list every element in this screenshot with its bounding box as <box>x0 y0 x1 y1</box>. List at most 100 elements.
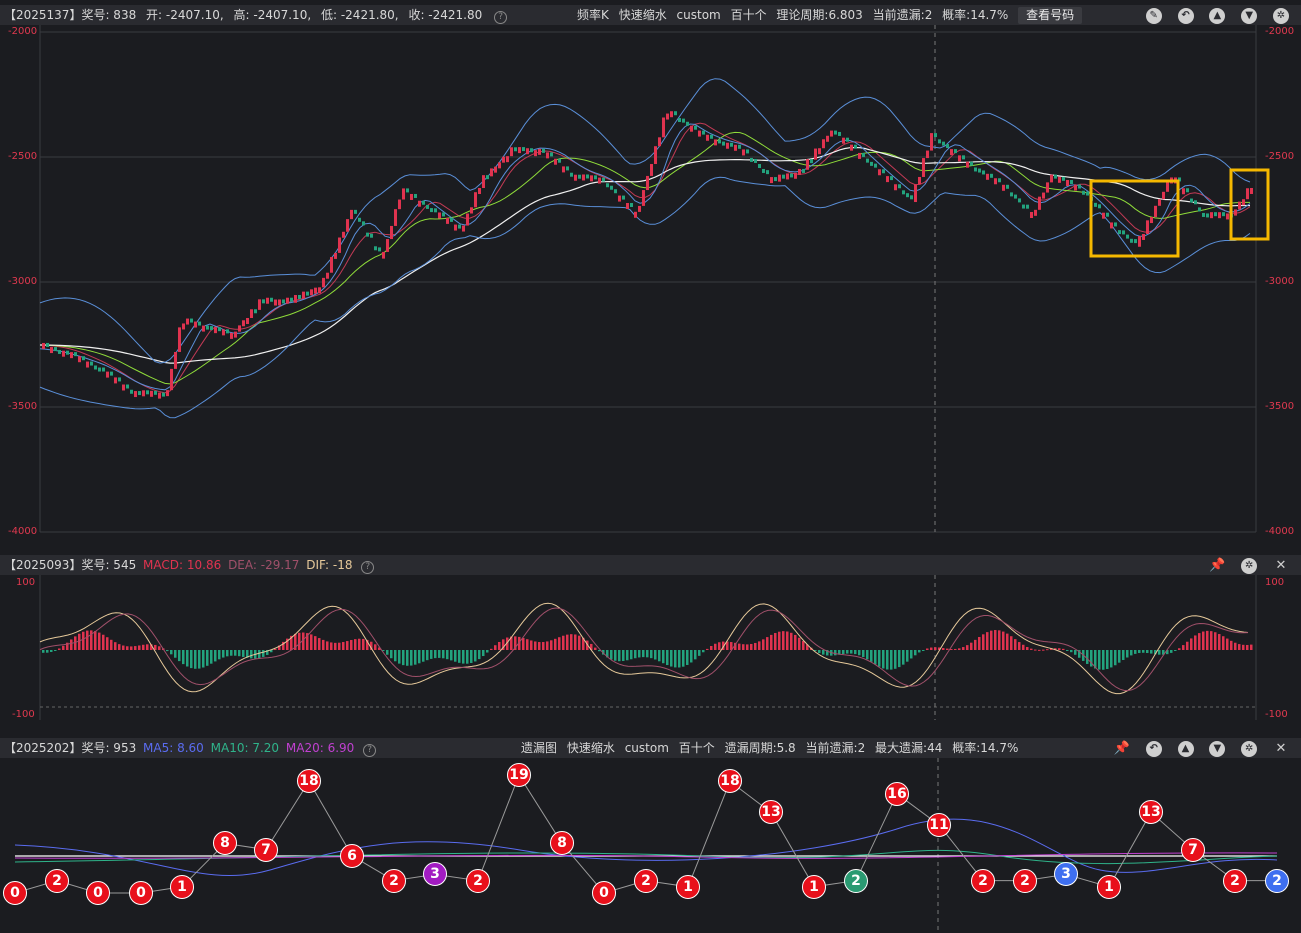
price-bar <box>318 287 321 294</box>
macd-bar <box>570 634 573 650</box>
price-bar <box>1050 174 1053 183</box>
price-bar <box>738 144 741 149</box>
settings-icon[interactable]: ✲ <box>1241 557 1258 574</box>
omission-node[interactable]: 2 <box>382 868 406 893</box>
price-bar <box>238 325 241 332</box>
close-icon[interactable]: ✕ <box>1273 741 1289 757</box>
price-bar <box>474 192 477 208</box>
omission-node[interactable]: 7 <box>1181 837 1205 862</box>
price-bar <box>270 297 273 302</box>
macd-bar <box>562 635 565 650</box>
price-bar <box>822 139 825 149</box>
price-bar <box>154 390 157 395</box>
main-chart[interactable] <box>0 0 1301 545</box>
macd-bar <box>206 650 209 666</box>
macd-bar <box>834 650 837 656</box>
macd-bar <box>478 650 481 660</box>
pin-icon[interactable]: 📌 <box>1209 558 1225 574</box>
macd-bar <box>546 641 549 650</box>
macd-bar <box>526 639 529 650</box>
omission-node[interactable]: 7 <box>254 837 278 862</box>
up-icon[interactable]: ▲ <box>1177 740 1194 757</box>
price-bar <box>438 212 441 219</box>
omission-node[interactable]: 2 <box>1013 868 1037 893</box>
price-bar <box>430 208 433 213</box>
macd-bar <box>82 631 85 650</box>
price-bar <box>1166 181 1169 192</box>
macd-bar <box>434 650 437 659</box>
macd-bar <box>566 634 569 650</box>
price-bar <box>1150 217 1153 224</box>
price-bar <box>1218 212 1221 219</box>
price-bar <box>1238 201 1241 210</box>
price-bar <box>54 347 57 352</box>
price-bar <box>918 176 921 185</box>
omission-node[interactable]: 0 <box>592 881 616 905</box>
omission-node[interactable]: 2 <box>844 868 868 893</box>
omission-node[interactable]: 0 <box>129 881 153 905</box>
price-bar <box>998 178 1001 183</box>
price-bar <box>530 148 533 153</box>
omission-node[interactable]: 1 <box>170 874 194 899</box>
help-icon[interactable]: ? <box>361 561 375 574</box>
macd-chart[interactable] <box>0 575 1301 735</box>
macd-bar <box>634 650 637 659</box>
close-icon[interactable]: ✕ <box>1273 558 1289 574</box>
omission-node[interactable]: 1 <box>802 874 826 899</box>
settings-icon[interactable]: ✲ <box>1241 740 1258 757</box>
price-bar <box>326 272 329 279</box>
omission-node[interactable]: 6 <box>340 843 364 868</box>
price-bar <box>650 164 653 176</box>
macd-bar <box>262 650 265 657</box>
macd-bar <box>146 644 149 650</box>
price-bar <box>58 349 61 354</box>
macd-bar <box>994 630 997 650</box>
price-bar <box>1190 198 1193 203</box>
macd-bar <box>718 642 721 650</box>
omission-node[interactable]: 19 <box>507 763 531 788</box>
omission-chart[interactable] <box>0 758 1301 933</box>
macd-bar <box>1018 642 1021 650</box>
omission-node[interactable]: 2 <box>1223 868 1247 893</box>
omission-node[interactable]: 0 <box>86 881 110 905</box>
down-icon[interactable]: ▼ <box>1209 740 1226 757</box>
macd-bar <box>742 644 745 650</box>
macd-bar <box>874 650 877 665</box>
omission-node[interactable]: 2 <box>1265 868 1289 893</box>
omission-node[interactable]: 0 <box>3 881 27 905</box>
price-bar <box>350 209 353 220</box>
price-bar <box>610 185 613 190</box>
price-bar <box>46 342 49 347</box>
price-bar <box>166 390 169 397</box>
macd-bar <box>870 650 873 662</box>
price-bar <box>874 163 877 168</box>
macd-bar <box>1106 650 1109 670</box>
macd-bar <box>1074 650 1077 655</box>
macd-bar <box>498 641 501 650</box>
omission-node[interactable]: 2 <box>466 868 490 893</box>
macd-bar <box>98 632 101 650</box>
macd-bar <box>530 640 533 650</box>
omission-node[interactable]: 2 <box>45 868 69 893</box>
price-bar <box>938 139 941 144</box>
omission-node[interactable]: 2 <box>634 868 658 893</box>
price-bar <box>506 156 509 163</box>
macd-bar <box>1170 650 1173 653</box>
macd-bar <box>1226 638 1229 650</box>
pin-icon[interactable]: 📌 <box>1114 741 1130 757</box>
omission-node[interactable]: 2 <box>971 868 995 893</box>
dea-line <box>39 607 1249 692</box>
omission-node[interactable]: 16 <box>885 781 909 806</box>
macd-bar <box>670 650 673 667</box>
price-bar <box>390 225 393 240</box>
price-bar <box>510 147 513 157</box>
price-bar <box>1098 204 1101 209</box>
price-bar <box>450 217 453 222</box>
help-icon[interactable]: ? <box>363 744 377 757</box>
undo-icon[interactable]: ↶ <box>1145 740 1162 757</box>
omission-node[interactable]: 1 <box>1097 874 1121 899</box>
price-bar <box>1138 236 1141 247</box>
omission-node[interactable]: 1 <box>676 874 700 899</box>
omission-node[interactable]: 11 <box>927 812 951 837</box>
price-bar <box>114 377 117 384</box>
